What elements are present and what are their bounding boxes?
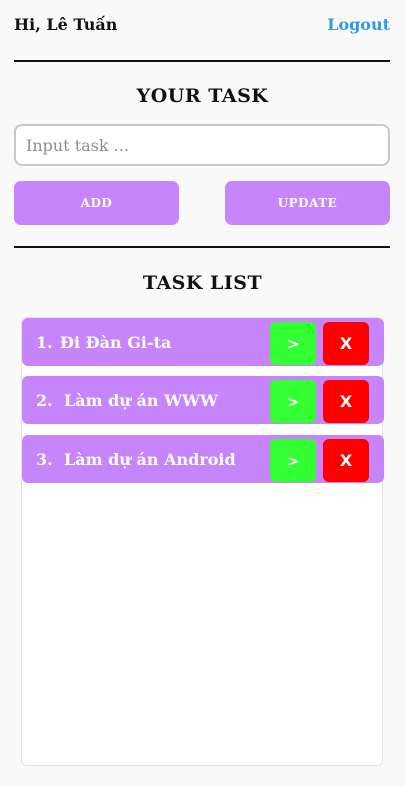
add-button[interactable]: ADD [14, 181, 179, 225]
task-text: Làm dự án Android [64, 449, 236, 469]
open-task-button[interactable]: > [270, 380, 316, 423]
divider [14, 246, 390, 248]
task-list-title: TASK LIST [142, 272, 263, 294]
task-text: Đi Đàn Gi-ta [60, 332, 172, 352]
open-task-button[interactable]: > [270, 439, 316, 482]
task-item: 3. Làm dự án Android > X [22, 435, 384, 483]
task-item: 1. Đi Đàn Gi-ta > X [22, 318, 384, 366]
logout-link[interactable]: Logout [327, 15, 390, 34]
delete-task-button[interactable]: X [323, 380, 369, 423]
task-number: 1. [36, 332, 53, 352]
delete-task-button[interactable]: X [323, 322, 369, 365]
task-input[interactable] [14, 124, 390, 166]
task-text: Làm dự án WWW [64, 390, 218, 410]
your-task-title: YOUR TASK [136, 85, 269, 107]
task-number: 3. [36, 449, 53, 469]
task-list: 1. Đi Đàn Gi-ta > X 2. Làm dự án WWW > X… [21, 317, 384, 766]
delete-task-button[interactable]: X [323, 439, 369, 482]
divider [14, 60, 390, 62]
update-button[interactable]: UPDATE [225, 181, 390, 225]
header: Hi, Lê Tuấn Logout [14, 12, 390, 36]
task-number: 2. [36, 390, 53, 410]
greeting-text: Hi, Lê Tuấn [14, 14, 118, 34]
todo-app: Hi, Lê Tuấn Logout YOUR TASK ADD UPDATE … [0, 0, 405, 786]
task-item: 2. Làm dự án WWW > X [22, 376, 384, 424]
open-task-button[interactable]: > [270, 322, 316, 365]
